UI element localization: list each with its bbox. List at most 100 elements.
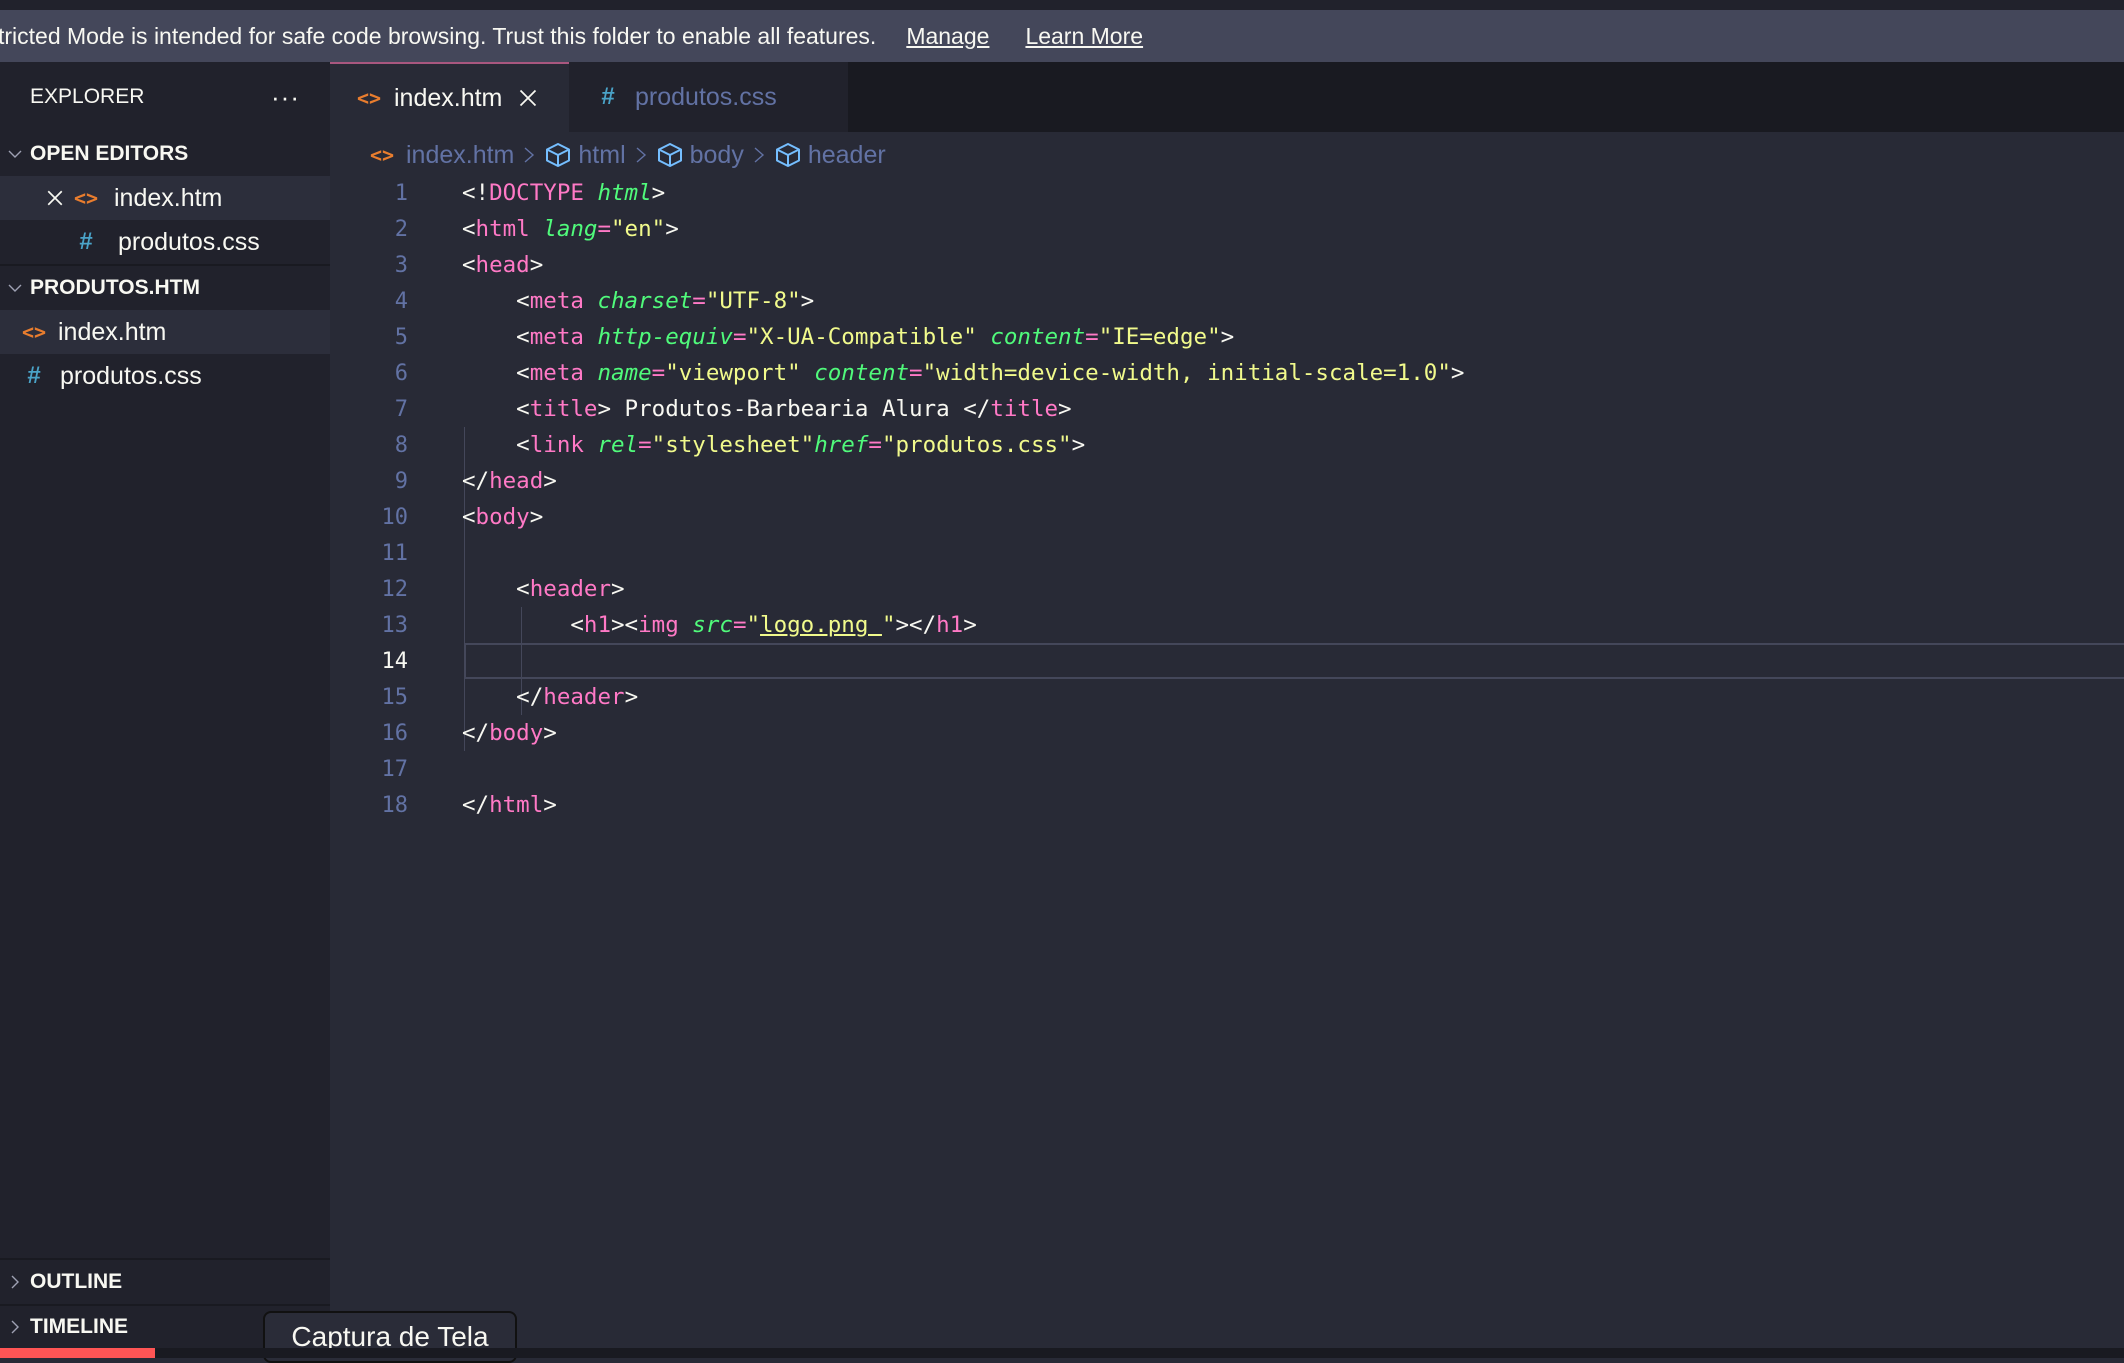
ellipsis-icon[interactable]: ···: [271, 82, 300, 113]
chevron-right-icon: [522, 146, 536, 164]
line-number: 5: [394, 324, 408, 350]
code-line[interactable]: 5 <meta http-equiv="X-UA-Compatible" con…: [330, 319, 2124, 355]
line-number: 18: [381, 792, 409, 818]
close-icon[interactable]: [40, 189, 70, 207]
file-name: produtos.css: [60, 361, 202, 390]
line-number: 11: [381, 540, 409, 566]
window-top-strip: [0, 0, 2124, 10]
html-file-icon: <>: [73, 186, 99, 210]
code-text: <body>: [462, 504, 544, 530]
learn-more-link[interactable]: Learn More: [1025, 23, 1143, 50]
line-number: 8: [394, 432, 408, 458]
line-number: 4: [394, 288, 408, 314]
code-text: <meta name="viewport" content="width=dev…: [462, 360, 1465, 386]
file-name: produtos.css: [118, 227, 260, 256]
code-text: <head>: [462, 252, 544, 278]
code-line[interactable]: 6 <meta name="viewport" content="width=d…: [330, 355, 2124, 391]
code-line[interactable]: 16 </body>: [330, 715, 2124, 751]
code-line[interactable]: 12 <header>: [330, 571, 2124, 607]
code-line[interactable]: 2 <html lang="en">: [330, 211, 2124, 247]
symbol-element-icon: [656, 141, 684, 169]
code-text: <h1><img src="logo.png "></h1>: [462, 612, 977, 638]
line-number: 7: [394, 396, 408, 422]
chevron-right-icon: [0, 1274, 30, 1290]
line-number: 17: [381, 756, 409, 782]
editor-tab-bar: <> index.htm # produtos.css: [330, 62, 2124, 132]
tab-label: index.htm: [394, 83, 503, 112]
html-file-icon: <>: [370, 143, 395, 167]
line-number: 10: [381, 504, 409, 530]
line-number: 9: [394, 468, 408, 494]
chevron-right-icon: [0, 1319, 30, 1335]
outline-title: OUTLINE: [30, 1270, 123, 1293]
file-tree-item[interactable]: # produtos.css: [0, 354, 330, 398]
code-text: <header>: [462, 576, 625, 602]
code-text: </head>: [462, 468, 557, 494]
open-editors-title: OPEN EDITORS: [30, 142, 189, 165]
symbol-element-icon: [544, 141, 572, 169]
code-line[interactable]: 8 <link rel="stylesheet"href="produtos.c…: [330, 427, 2124, 463]
restricted-mode-banner: tricted Mode is intended for safe code b…: [0, 10, 2124, 62]
line-number: 14: [381, 648, 409, 674]
code-line[interactable]: 1 <!DOCTYPE html>: [330, 175, 2124, 211]
outline-section[interactable]: OUTLINE: [0, 1260, 330, 1304]
folder-section[interactable]: PRODUTOS.HTM: [0, 266, 330, 310]
code-text: </header>: [462, 684, 639, 710]
folder-title: PRODUTOS.HTM: [30, 276, 200, 299]
file-tree-item[interactable]: <> index.htm: [0, 310, 330, 354]
explorer-header: EXPLORER ···: [0, 62, 330, 132]
breadcrumb: <> index.htm html body header: [370, 136, 886, 174]
chevron-down-icon: [0, 280, 30, 296]
open-editor-item[interactable]: <> index.htm: [0, 176, 330, 220]
code-editor[interactable]: 1 <!DOCTYPE html> 2 <html lang="en"> 3 <head>…: [330, 175, 2124, 1335]
close-icon[interactable]: [518, 88, 538, 108]
open-editor-item[interactable]: # produtos.css: [0, 220, 330, 264]
line-number: 3: [394, 252, 408, 278]
code-line[interactable]: 13 <h1><img src="logo.png "></h1>: [330, 607, 2124, 643]
chevron-right-icon: [752, 146, 766, 164]
timeline-title: TIMELINE: [30, 1315, 128, 1338]
code-line[interactable]: 4 <meta charset="UTF-8">: [330, 283, 2124, 319]
code-text: </html>: [462, 792, 557, 818]
code-line[interactable]: 9 </head>: [330, 463, 2124, 499]
code-line[interactable]: 10 <body>: [330, 499, 2124, 535]
code-line[interactable]: 15 </header>: [330, 679, 2124, 715]
file-name: index.htm: [114, 183, 223, 212]
code-line[interactable]: 17: [330, 751, 2124, 787]
css-file-icon: #: [27, 362, 41, 389]
css-file-icon: #: [601, 83, 615, 110]
code-line[interactable]: 14: [330, 643, 2124, 679]
css-file-icon: #: [79, 228, 93, 255]
remote-indicator[interactable]: [0, 1348, 155, 1358]
html-file-icon: <>: [356, 86, 382, 110]
tab-index-htm[interactable]: <> index.htm: [330, 62, 569, 132]
symbol-element-icon: [774, 141, 802, 169]
chevron-right-icon: [634, 146, 648, 164]
html-file-icon: <>: [21, 320, 47, 344]
code-line[interactable]: 18 </html>: [330, 787, 2124, 823]
code-text: <!DOCTYPE html>: [462, 180, 666, 206]
breadcrumb-html[interactable]: html: [578, 141, 625, 170]
line-number: 12: [381, 576, 409, 602]
line-number: 2: [394, 216, 408, 242]
code-line[interactable]: 3 <head>: [330, 247, 2124, 283]
code-text: <meta charset="UTF-8">: [462, 288, 815, 314]
code-line[interactable]: 11: [330, 535, 2124, 571]
breadcrumb-body[interactable]: body: [690, 141, 744, 170]
code-text: </body>: [462, 720, 557, 746]
status-bar: [0, 1348, 2124, 1358]
line-number: 1: [394, 180, 408, 206]
breadcrumb-file[interactable]: index.htm: [406, 141, 514, 170]
tab-label: produtos.css: [635, 82, 777, 111]
code-text: <html lang="en">: [462, 216, 679, 242]
tab-produtos-css[interactable]: # produtos.css: [569, 62, 848, 132]
breadcrumb-header[interactable]: header: [808, 141, 886, 170]
banner-message: tricted Mode is intended for safe code b…: [0, 22, 877, 49]
manage-link[interactable]: Manage: [906, 23, 989, 50]
chevron-down-icon: [0, 146, 30, 162]
code-line[interactable]: 7 <title> Produtos-Barbearia Alura </tit…: [330, 391, 2124, 427]
open-editors-section[interactable]: OPEN EDITORS: [0, 132, 330, 176]
code-text: <link rel="stylesheet"href="produtos.css…: [462, 432, 1086, 458]
code-text: <meta http-equiv="X-UA-Compatible" conte…: [462, 324, 1235, 350]
line-number: 13: [381, 612, 409, 638]
